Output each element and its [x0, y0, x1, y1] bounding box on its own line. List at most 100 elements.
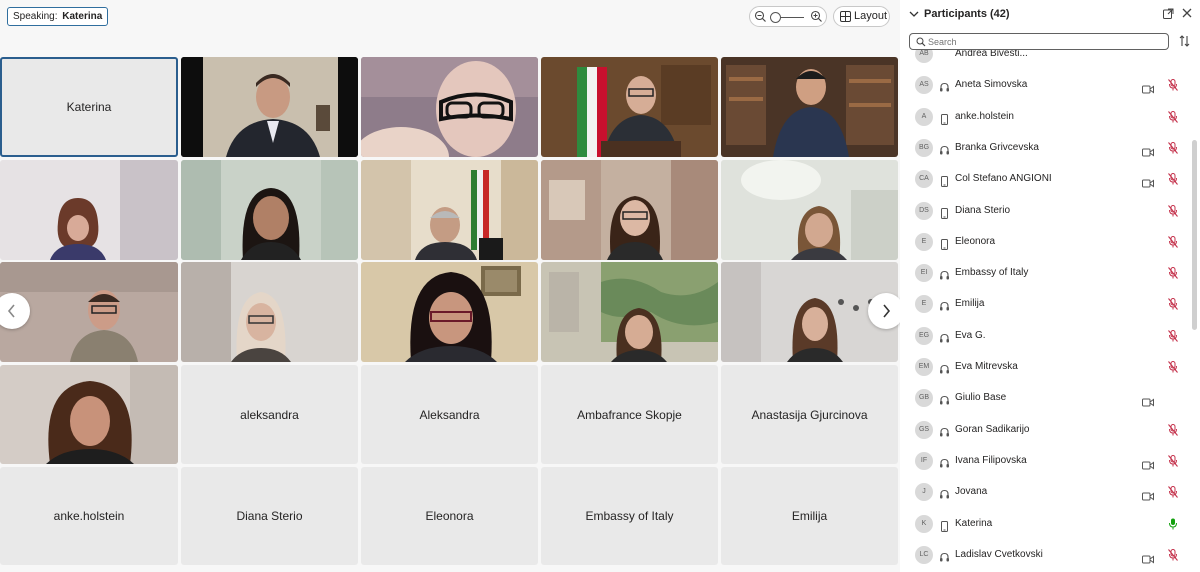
headset-icon: [939, 299, 950, 317]
participant-row[interactable]: Aanke.holstein: [900, 104, 1190, 130]
search-box[interactable]: [909, 33, 1169, 50]
camera-icon: [1142, 488, 1154, 506]
participant-name: Ladislav Cvetkovski: [955, 548, 1043, 560]
mic-muted-icon[interactable]: [1168, 485, 1178, 503]
participant-tile[interactable]: Aleksandra: [361, 365, 538, 464]
zoom-control[interactable]: [749, 6, 827, 27]
speaking-prefix: Speaking:: [13, 11, 58, 22]
tile-name: Ambafrance Skopje: [577, 407, 682, 422]
participant-row[interactable]: EI Embassy of Italy: [900, 260, 1190, 286]
search-icon: [916, 37, 926, 47]
search-input[interactable]: [928, 35, 1158, 48]
video-tile[interactable]: [0, 365, 178, 464]
headset-icon: [939, 80, 950, 98]
video-tile[interactable]: [361, 262, 538, 362]
camera-icon: [1142, 81, 1154, 99]
participant-row[interactable]: CA Col Stefano ANGIONI: [900, 166, 1190, 192]
tile-name: Emilija: [791, 509, 828, 523]
participant-tile[interactable]: anke.holstein: [0, 467, 178, 565]
video-feed: [721, 160, 898, 260]
mic-muted-icon[interactable]: [1168, 454, 1178, 472]
participant-row[interactable]: E Eleonora: [900, 229, 1190, 255]
participant-row[interactable]: LC Ladislav Cvetkovski: [900, 542, 1190, 568]
participant-row[interactable]: GS Goran Sadikarijo: [900, 417, 1190, 443]
mic-muted-icon[interactable]: [1168, 204, 1178, 222]
avatar: DS: [915, 201, 933, 220]
participant-tile[interactable]: aleksandra: [181, 365, 358, 464]
mic-muted-icon[interactable]: [1168, 110, 1178, 128]
video-feed: [721, 57, 898, 157]
participant-tile[interactable]: Eleonora: [361, 467, 538, 565]
mic-muted-icon[interactable]: [1168, 78, 1178, 96]
video-tile[interactable]: [721, 57, 898, 157]
mic-muted-icon[interactable]: [1168, 141, 1178, 159]
zoom-in-icon[interactable]: [810, 10, 823, 23]
mic-muted-icon[interactable]: [1168, 172, 1178, 190]
video-tile[interactable]: [541, 262, 718, 362]
avatar: K: [915, 514, 933, 533]
headset-icon: [939, 393, 950, 411]
video-tile[interactable]: [721, 160, 898, 260]
participant-row[interactable]: AB Andrea Bivesti...: [900, 50, 1190, 67]
participant-tile[interactable]: Embassy of Italy: [541, 467, 718, 565]
mic-muted-icon[interactable]: [1168, 423, 1178, 441]
mic-muted-icon[interactable]: [1168, 297, 1178, 315]
video-tile[interactable]: [0, 160, 178, 260]
zoom-out-icon[interactable]: [754, 10, 767, 23]
mic-muted-icon[interactable]: [1168, 360, 1178, 378]
layout-button[interactable]: Layout: [833, 6, 890, 27]
next-page-button[interactable]: [868, 293, 904, 329]
participant-row[interactable]: DS Diana Sterio: [900, 198, 1190, 224]
tile-name: Aleksandra: [419, 407, 480, 422]
mic-muted-icon[interactable]: [1168, 329, 1178, 347]
pop-out-icon[interactable]: [1163, 8, 1174, 19]
participant-row[interactable]: EM Eva Mitrevska: [900, 354, 1190, 380]
speaking-indicator: Speaking: Katerina: [7, 7, 109, 26]
participant-row[interactable]: AS Aneta Simovska: [900, 72, 1190, 98]
video-tile[interactable]: [181, 57, 358, 157]
avatar: GS: [915, 420, 933, 439]
participant-tile[interactable]: Katerina: [0, 57, 178, 157]
mic-icon[interactable]: [1168, 517, 1178, 535]
mic-muted-icon[interactable]: [1168, 266, 1178, 284]
participant-row[interactable]: GB Giulio Base: [900, 385, 1190, 411]
phone-icon: [939, 112, 950, 130]
participant-row[interactable]: IF Ivana Filipovska: [900, 448, 1190, 474]
video-feed: [181, 57, 358, 157]
participant-name: Branka Grivcevska: [955, 141, 1039, 153]
scrollbar-thumb[interactable]: [1192, 140, 1197, 330]
video-tile[interactable]: [361, 57, 538, 157]
participant-row[interactable]: E Emilija: [900, 291, 1190, 317]
video-tile[interactable]: [541, 160, 718, 260]
avatar: CA: [915, 170, 933, 189]
participant-tile[interactable]: Emilija: [721, 467, 898, 565]
avatar: A: [915, 107, 933, 126]
mic-muted-icon[interactable]: [1168, 548, 1178, 566]
participant-tile[interactable]: Ambafrance Skopje: [541, 365, 718, 464]
participant-tile[interactable]: Anastasija Gjurcinova: [721, 365, 898, 464]
avatar: LC: [915, 545, 933, 564]
close-icon[interactable]: [1182, 8, 1192, 18]
participant-row[interactable]: EG Eva G.: [900, 323, 1190, 349]
video-feed: [361, 262, 538, 362]
participant-row[interactable]: J Jovana: [900, 479, 1190, 505]
sort-icon[interactable]: [1179, 35, 1190, 47]
zoom-slider-handle[interactable]: [770, 12, 781, 23]
layout-label: Layout: [854, 10, 888, 22]
avatar: GB: [915, 389, 933, 408]
participant-row[interactable]: BG Branka Grivcevska: [900, 135, 1190, 161]
avatar: AB: [915, 50, 933, 63]
mic-muted-icon[interactable]: [1168, 235, 1178, 253]
chevron-down-icon[interactable]: [909, 10, 919, 18]
participant-tile[interactable]: Diana Sterio: [181, 467, 358, 565]
video-tile[interactable]: [181, 160, 358, 260]
video-feed: [0, 365, 178, 464]
phone-icon: [939, 206, 950, 224]
video-tile[interactable]: [181, 262, 358, 362]
video-tile[interactable]: [361, 160, 538, 260]
video-tile[interactable]: [541, 57, 718, 157]
participant-name: Diana Sterio: [955, 204, 1011, 216]
video-feed: [361, 57, 538, 157]
headset-icon: [939, 143, 950, 161]
participant-row[interactable]: K Katerina: [900, 511, 1190, 537]
